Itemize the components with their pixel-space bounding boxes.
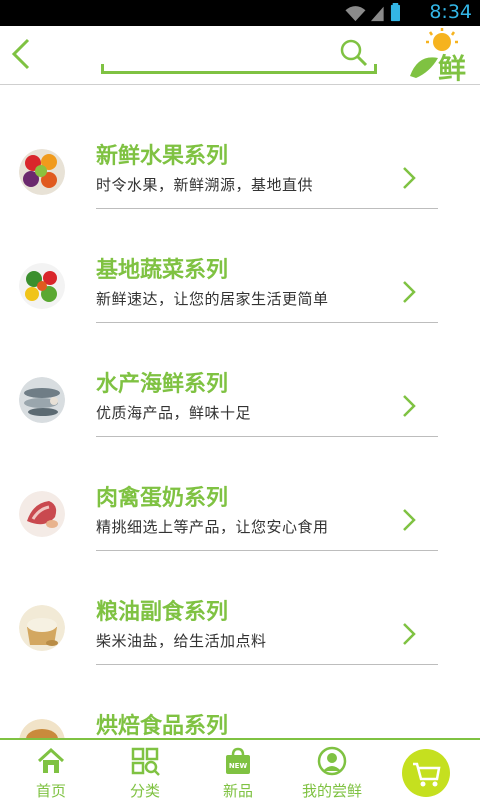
category-title: 粮油副食系列 [96, 600, 229, 625]
brand-logo: 鲜 [410, 28, 466, 82]
tab-label: 首页 [35, 782, 66, 800]
cart-button[interactable] [402, 749, 450, 797]
tab-category[interactable]: 分类 [97, 740, 193, 802]
category-title: 烘焙食品系列 [96, 714, 229, 738]
category-icon [131, 747, 160, 776]
tab-label: 分类 [129, 782, 160, 800]
category-subtitle: 柴米油盐，给生活加点料 [96, 632, 267, 650]
category-subtitle: 时令水果，新鲜溯源，基地直供 [96, 176, 314, 194]
category-subtitle: 优质海产品，鲜味十足 [96, 404, 252, 422]
row-divider [96, 664, 438, 665]
category-title: 肉禽蛋奶系列 [96, 486, 229, 511]
new-bag-icon: NEW [226, 747, 250, 774]
category-row-bakery[interactable]: 烘焙食品系列 [0, 690, 480, 738]
row-divider [96, 322, 438, 323]
home-icon [37, 747, 65, 773]
row-divider [96, 436, 438, 437]
category-row-vegetable[interactable]: 基地蔬菜系列 新鲜速达，让您的居家生活更简单 [0, 234, 480, 348]
search-underline-left [101, 64, 104, 74]
search-icon[interactable] [339, 38, 369, 68]
new-badge-text: NEW [229, 762, 248, 770]
search-bar [101, 36, 377, 74]
cart-icon [413, 762, 441, 787]
category-row-grain[interactable]: 粮油副食系列 柴米油盐，给生活加点料 [0, 576, 480, 690]
grain-thumbnail [19, 605, 65, 651]
chevron-right-icon [403, 167, 416, 189]
status-bar: 8:34 [0, 0, 480, 26]
category-row-fruit[interactable]: 新鲜水果系列 时令水果，新鲜溯源，基地直供 [0, 120, 480, 234]
back-arrow-icon[interactable] [8, 34, 36, 74]
meat-thumbnail [19, 491, 65, 537]
chevron-right-icon [403, 281, 416, 303]
row-divider [96, 208, 438, 209]
status-time: 8:34 [429, 1, 472, 23]
category-subtitle: 精挑细选上等产品，让您安心食用 [96, 518, 329, 536]
tab-my-taste[interactable]: 我的尝鲜 [284, 740, 380, 802]
category-subtitle: 新鲜速达，让您的居家生活更简单 [96, 290, 329, 308]
category-title: 水产海鲜系列 [96, 372, 229, 397]
seafood-thumbnail [19, 377, 65, 423]
search-input[interactable] [107, 38, 331, 70]
category-row-meat[interactable]: 肉禽蛋奶系列 精挑细选上等产品，让您安心食用 [0, 462, 480, 576]
tab-label: 我的尝鲜 [301, 782, 362, 800]
status-icons [345, 3, 400, 22]
chevron-right-icon [403, 395, 416, 417]
search-underline-right [374, 64, 377, 74]
header: 鲜 [0, 26, 480, 85]
bottom-tab-bar: 首页 分类 NEW 新品 我的尝鲜 [0, 738, 480, 802]
bakery-thumbnail [19, 719, 65, 738]
vegetable-thumbnail [19, 263, 65, 309]
logo-text: 鲜 [438, 52, 466, 82]
tab-new[interactable]: NEW 新品 [190, 740, 286, 802]
chevron-right-icon [403, 509, 416, 531]
fruit-thumbnail [19, 149, 65, 195]
chevron-right-icon [403, 623, 416, 645]
category-title: 新鲜水果系列 [96, 144, 229, 169]
category-title: 基地蔬菜系列 [96, 258, 229, 283]
tab-home[interactable]: 首页 [3, 740, 99, 802]
row-divider [96, 550, 438, 551]
category-row-seafood[interactable]: 水产海鲜系列 优质海产品，鲜味十足 [0, 348, 480, 462]
tab-label: 新品 [222, 782, 253, 800]
search-underline [101, 71, 377, 74]
user-icon [317, 746, 347, 776]
